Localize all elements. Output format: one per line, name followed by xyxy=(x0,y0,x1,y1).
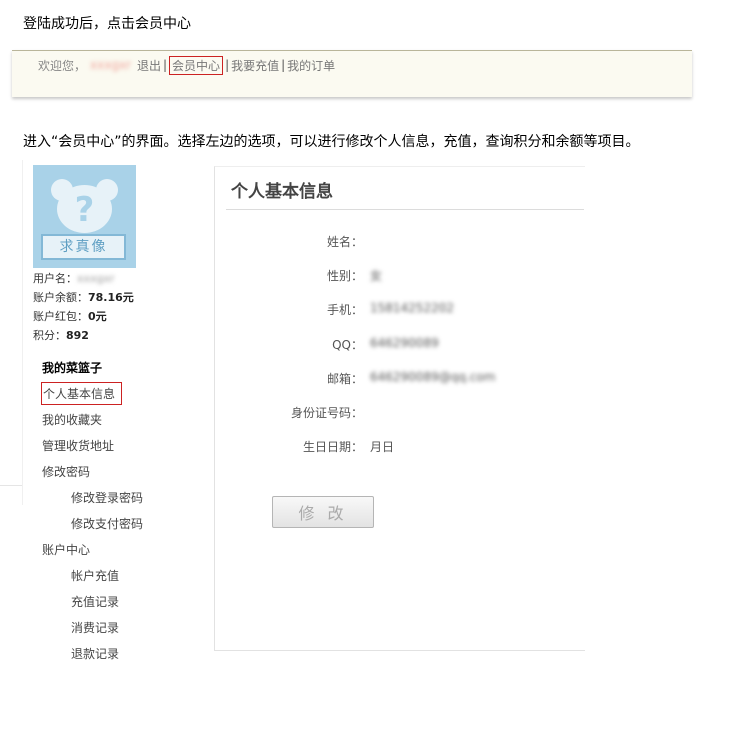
avatar: ? 求真像 xyxy=(33,165,136,268)
menu-item-addresses[interactable]: 管理收货地址 xyxy=(42,437,114,454)
balance-label: 账户余额： xyxy=(33,291,88,304)
recharge-link[interactable]: 我要充值 xyxy=(231,57,279,74)
welcome-username: xxxgxr xyxy=(90,58,131,72)
menu-item-account-center[interactable]: 账户中心 xyxy=(42,541,90,558)
logout-link[interactable]: 退出 xyxy=(137,57,161,74)
menu-item-consumption-records[interactable]: 消费记录 xyxy=(71,619,119,636)
menu-item-pay-password[interactable]: 修改支付密码 xyxy=(71,515,143,532)
username-row: 用户名：xxxgxr xyxy=(33,270,115,286)
phone-label: 手机： xyxy=(326,303,363,317)
panel-title: 个人基本信息 xyxy=(231,182,333,202)
welcome-text: 欢迎您， xyxy=(38,58,87,73)
menu-item-account-recharge[interactable]: 帐户充值 xyxy=(71,567,119,584)
menu-item-favorites[interactable]: 我的收藏夹 xyxy=(42,411,102,428)
phone-value: 15814252202 xyxy=(370,301,454,315)
avatar-sign: 求真像 xyxy=(41,234,126,260)
gender-label: 性别： xyxy=(326,269,363,283)
name-label: 姓名： xyxy=(326,235,363,249)
menu-item-refund-records[interactable]: 退款记录 xyxy=(71,645,119,662)
menu-heading-basket: 我的菜篮子 xyxy=(42,361,103,375)
menu-item-change-password[interactable]: 修改密码 xyxy=(42,463,90,480)
redpacket-value: 0元 xyxy=(88,310,107,323)
username-value: xxxgxr xyxy=(77,272,115,285)
step2-caption: 进入“会员中心”的界面。选择左边的选项，可以进行修改个人信息，充值，查询积分和余… xyxy=(23,134,640,150)
username-label: 用户名： xyxy=(33,272,77,285)
separator: | xyxy=(163,58,168,72)
qq-label: QQ： xyxy=(332,338,363,352)
menu-item-personal-info[interactable]: 个人基本信息 xyxy=(41,382,123,405)
menu-item-recharge-records[interactable]: 充值记录 xyxy=(71,593,119,610)
balance-row: 账户余额：78.16元 xyxy=(33,289,134,305)
points-row: 积分：892 xyxy=(33,327,89,343)
id-number-label: 身份证号码： xyxy=(290,406,363,420)
separator: | xyxy=(225,58,230,72)
my-orders-link[interactable]: 我的订单 xyxy=(287,57,335,74)
modify-button[interactable]: 修 改 xyxy=(272,496,374,528)
birthday-value: 月日 xyxy=(370,440,395,454)
menu-item-login-password[interactable]: 修改登录密码 xyxy=(71,489,143,506)
divider xyxy=(0,485,22,486)
member-center-link[interactable]: 会员中心 xyxy=(169,55,224,75)
redpacket-label: 账户红包： xyxy=(33,310,88,323)
divider xyxy=(226,209,584,210)
divider xyxy=(22,160,23,505)
points-value: 892 xyxy=(66,329,89,342)
email-value: 646290089@qq.com xyxy=(370,370,496,384)
balance-value: 78.16元 xyxy=(88,291,134,304)
question-mark-icon: ? xyxy=(74,190,95,230)
email-label: 邮箱： xyxy=(326,372,363,386)
points-label: 积分： xyxy=(33,329,66,342)
welcome-bar-links: 欢迎您， xxxgxr 退出 | 会员中心 | 我要充值 | 我的订单 xyxy=(38,55,335,75)
step1-caption: 登陆成功后，点击会员中心 xyxy=(23,16,191,32)
separator: | xyxy=(281,58,286,72)
birthday-label: 生日日期： xyxy=(302,440,363,454)
gender-value: 女 xyxy=(370,269,383,283)
welcome-bar: 欢迎您， xxxgxr 退出 | 会员中心 | 我要充值 | 我的订单 xyxy=(12,50,692,97)
bear-head: ? xyxy=(57,185,112,233)
redpacket-row: 账户红包：0元 xyxy=(33,308,107,324)
qq-value: 646290089 xyxy=(370,336,439,350)
